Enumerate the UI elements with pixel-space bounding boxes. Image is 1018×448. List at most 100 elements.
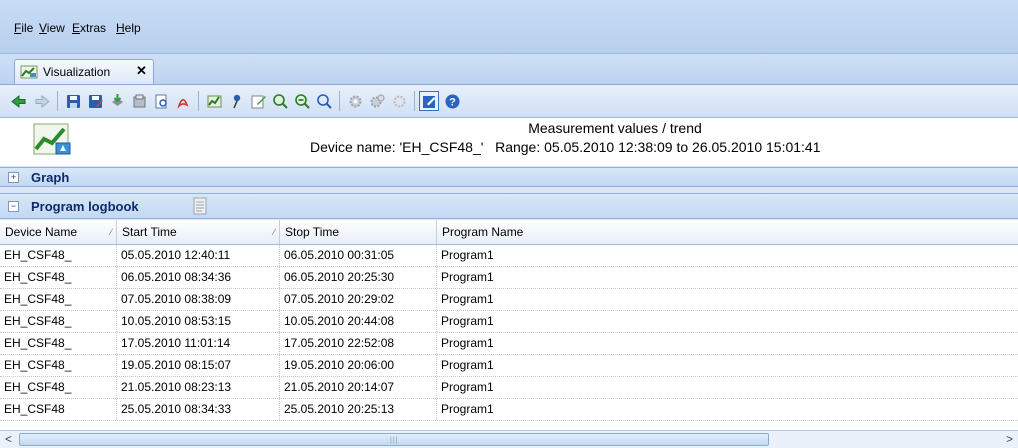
tab-strip: Visualization ✕ [0, 54, 1018, 85]
back-arrow-icon[interactable] [8, 91, 28, 111]
trend-header: Measurement values / trend Device name: … [0, 118, 1018, 166]
logbook-section-header[interactable]: − Program logbook [0, 193, 1018, 219]
cell-device-name: EH_CSF48_ [0, 355, 117, 376]
cell-program-name: Program1 [441, 314, 494, 328]
cell-start-time: 17.05.2010 11:01:14 [117, 333, 280, 354]
tab-visualization[interactable]: Visualization ✕ [14, 59, 154, 84]
scroll-right-icon[interactable]: > [1001, 431, 1018, 448]
device-range-text: Device name: 'EH_CSF48_' Range: 05.05.20… [310, 139, 821, 155]
tab-label: Visualization [43, 65, 111, 79]
menu-bar: File View Extras Help [0, 0, 1018, 54]
logbook-section-title: Program logbook [31, 199, 139, 214]
annotate-icon[interactable] [248, 91, 268, 111]
pin-icon[interactable] [226, 91, 246, 111]
column-header-stop-time[interactable]: Stop Time [280, 220, 437, 244]
logbook-table: Device Name ⁄ Start Time ⁄ Stop Time Progr… [0, 220, 1018, 430]
toolbar-separator [414, 91, 415, 111]
toolbar-separator [57, 91, 58, 111]
toolbar-separator [198, 91, 199, 111]
menu-help[interactable]: Help [116, 21, 141, 35]
svg-text:?: ? [449, 96, 456, 108]
cell-program-name: Program1 [441, 248, 494, 262]
cell-start-time: 19.05.2010 08:15:07 [117, 355, 280, 376]
cell-stop-time: 10.05.2010 20:44:08 [280, 311, 437, 332]
graph-section-header[interactable]: + Graph [0, 167, 1018, 187]
cell-stop-time: 19.05.2010 20:06:00 [280, 355, 437, 376]
column-header-label: Program Name [442, 225, 524, 239]
cell-device-name: EH_CSF48_ [0, 245, 117, 266]
zoom-out-icon[interactable] [292, 91, 312, 111]
expand-icon[interactable]: + [8, 172, 19, 183]
cell-stop-time: 06.05.2010 20:25:30 [280, 267, 437, 288]
gear-icon[interactable] [345, 91, 365, 111]
table-row[interactable]: EH_CSF48 25.05.2010 08:34:33 25.05.2010 20… [0, 399, 1018, 421]
chart-settings-icon[interactable] [204, 91, 224, 111]
cell-device-name: EH_CSF48_ [0, 289, 117, 310]
cell-device-name: EH_CSF48_ [0, 333, 117, 354]
zoom-fit-icon[interactable] [314, 91, 334, 111]
cell-stop-time: 17.05.2010 22:52:08 [280, 333, 437, 354]
logbook-document-icon [193, 197, 207, 215]
cell-stop-time: 25.05.2010 20:25:13 [280, 399, 437, 420]
sort-indicator-icon: ⁄ [110, 227, 112, 237]
cell-device-name: EH_CSF48_ [0, 267, 117, 288]
menu-extras[interactable]: Extras [72, 21, 106, 35]
cell-stop-time: 06.05.2010 00:31:05 [280, 245, 437, 266]
table-row[interactable]: EH_CSF48_ 07.05.2010 08:38:09 07.05.2010 2… [0, 289, 1018, 311]
menu-file[interactable]: File [14, 21, 33, 35]
visualization-icon [20, 65, 38, 79]
forward-arrow-icon[interactable] [32, 91, 52, 111]
cell-program-name: Program1 [441, 358, 494, 372]
graph-section-title: Graph [31, 170, 70, 185]
cell-program-name: Program1 [441, 336, 494, 350]
column-header-label: Stop Time [285, 225, 340, 239]
toolbar: ? [0, 85, 1018, 118]
scrollbar-thumb[interactable]: ||| [19, 433, 769, 446]
edit-settings-icon[interactable] [419, 91, 439, 111]
export-icon[interactable] [129, 91, 149, 111]
toolbar-separator [339, 91, 340, 111]
cell-start-time: 21.05.2010 08:23:13 [117, 377, 280, 398]
cell-device-name: EH_CSF48_ [0, 377, 117, 398]
table-row[interactable]: EH_CSF48_ 10.05.2010 08:53:15 10.05.2010 2… [0, 311, 1018, 333]
cell-stop-time: 07.05.2010 20:29:02 [280, 289, 437, 310]
trend-chart-icon [33, 123, 71, 155]
menu-view[interactable]: View [39, 21, 65, 35]
column-header-device-name[interactable]: Device Name ⁄ [0, 220, 117, 244]
pdf-icon[interactable] [173, 91, 193, 111]
table-row[interactable]: EH_CSF48_ 21.05.2010 08:23:13 21.05.2010 2… [0, 377, 1018, 399]
cell-start-time: 06.05.2010 08:34:36 [117, 267, 280, 288]
import-icon[interactable] [107, 91, 127, 111]
cell-start-time: 07.05.2010 08:38:09 [117, 289, 280, 310]
save-as-icon[interactable] [85, 91, 105, 111]
help-icon[interactable]: ? [442, 91, 462, 111]
column-header-program-name[interactable]: Program Name [437, 220, 1018, 244]
zoom-in-icon[interactable] [270, 91, 290, 111]
gear-multi-icon[interactable] [367, 91, 387, 111]
table-row[interactable]: EH_CSF48_ 05.05.2010 12:40:11 06.05.2010 0… [0, 245, 1018, 267]
grip-icon: ||| [390, 437, 399, 444]
table-row[interactable]: EH_CSF48_ 19.05.2010 08:15:07 19.05.2010 2… [0, 355, 1018, 377]
cell-start-time: 25.05.2010 08:34:33 [117, 399, 280, 420]
cell-program-name: Program1 [441, 402, 494, 416]
table-row[interactable]: EH_CSF48_ 17.05.2010 11:01:14 17.05.2010 2… [0, 333, 1018, 355]
cell-program-name: Program1 [441, 270, 494, 284]
sort-indicator-icon: ⁄ [273, 227, 275, 237]
cell-program-name: Program1 [441, 380, 494, 394]
scroll-left-icon[interactable]: < [0, 431, 17, 448]
table-row[interactable]: EH_CSF48_ 06.05.2010 08:34:36 06.05.2010 2… [0, 267, 1018, 289]
cell-device-name: EH_CSF48 [0, 399, 117, 420]
gear-disabled-icon[interactable] [389, 91, 409, 111]
close-icon[interactable]: ✕ [136, 63, 147, 79]
horizontal-scrollbar[interactable]: < ||| > [0, 430, 1018, 448]
cell-stop-time: 21.05.2010 20:14:07 [280, 377, 437, 398]
column-header-start-time[interactable]: Start Time ⁄ [117, 220, 280, 244]
cell-start-time: 10.05.2010 08:53:15 [117, 311, 280, 332]
cell-device-name: EH_CSF48_ [0, 311, 117, 332]
column-header-label: Device Name [5, 225, 78, 239]
print-preview-icon[interactable] [151, 91, 171, 111]
table-header: Device Name ⁄ Start Time ⁄ Stop Time Progr… [0, 220, 1018, 245]
cell-program-name: Program1 [441, 292, 494, 306]
save-icon[interactable] [63, 91, 83, 111]
collapse-icon[interactable]: − [8, 201, 19, 212]
